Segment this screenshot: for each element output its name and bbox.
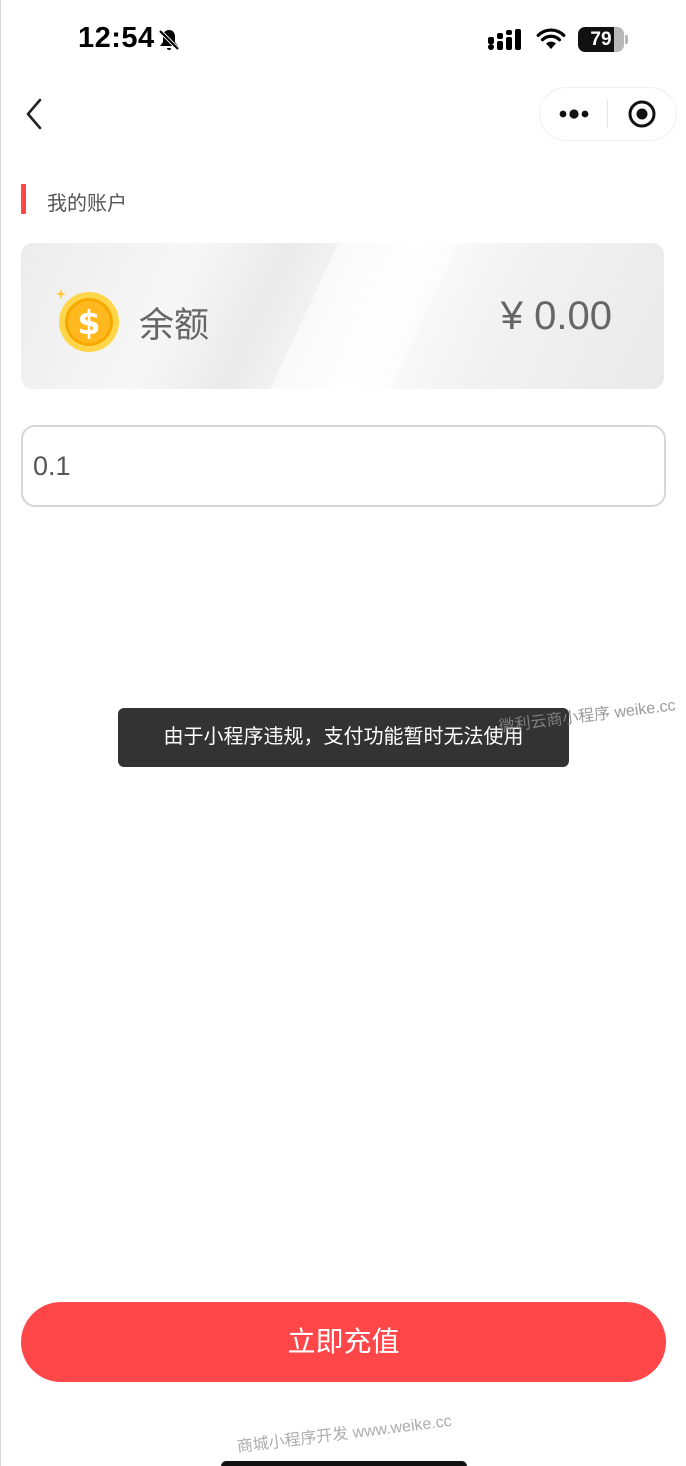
- card-shine-decoration: [254, 243, 468, 389]
- left-edge-border: [0, 0, 1, 1466]
- section-accent-bar: [21, 184, 26, 214]
- battery-percent: 79: [590, 29, 612, 50]
- capsule-divider: [607, 100, 608, 128]
- battery-cap: [625, 35, 628, 44]
- svg-text:$: $: [78, 303, 101, 342]
- signal-icon: [488, 29, 521, 50]
- status-time: 12:54: [78, 22, 155, 54]
- battery-icon: 79: [578, 27, 628, 52]
- battery-body: 79: [578, 27, 624, 52]
- status-bar: 12:54 79: [0, 0, 686, 80]
- recharge-button[interactable]: 立即充值: [21, 1302, 666, 1382]
- coin-dollar-icon: $: [56, 289, 119, 352]
- target-circle-icon[interactable]: [627, 99, 657, 129]
- watermark-top: 微利云商小程序 weike.cc: [497, 697, 677, 736]
- home-indicator: [221, 1461, 467, 1466]
- more-dots-icon[interactable]: [558, 105, 590, 123]
- balance-card: $ 余额 ¥ 0.00: [21, 243, 664, 389]
- section-title: 我的账户: [47, 193, 127, 215]
- watermark-bottom: 商城小程序开发 www.weike.cc: [236, 1412, 453, 1457]
- miniprogram-capsule: [540, 88, 676, 140]
- wifi-icon: [536, 28, 566, 49]
- recharge-amount-input[interactable]: [21, 425, 666, 507]
- balance-amount: ¥ 0.00: [500, 294, 612, 338]
- bell-slash-icon: [158, 29, 180, 51]
- balance-label: 余额: [139, 306, 210, 345]
- back-chevron-icon[interactable]: [20, 96, 50, 132]
